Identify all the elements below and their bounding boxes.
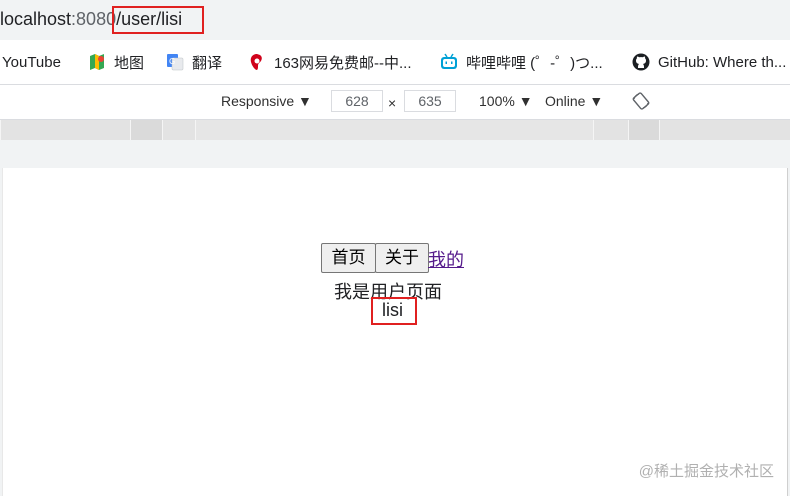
bookmark-label: YouTube	[2, 53, 61, 71]
bookmarks-bar: YouTube 地图 G 翻译 163网易免费邮--中... 哔哩哔哩 (゜-゜…	[0, 40, 790, 85]
media-query-bar[interactable]	[0, 120, 790, 140]
device-toolbar: Responsive ▼ 628 × 635 100% ▼ Online ▼	[0, 85, 790, 120]
github-icon	[632, 53, 650, 71]
watermark: @稀土掘金技术社区	[638, 463, 774, 480]
address-bar[interactable]: localhost:8080/user/lisi	[0, 0, 790, 40]
bookmark-label: 地图	[114, 54, 145, 72]
about-button[interactable]: 关于	[375, 243, 429, 273]
translate-icon: G	[167, 54, 184, 71]
dimension-separator: ×	[388, 95, 397, 111]
page-viewport	[2, 168, 788, 496]
bookmark-youtube[interactable]: YouTube	[2, 40, 61, 84]
media-query-segment[interactable]	[593, 120, 629, 140]
caret-down-icon: ▼	[298, 93, 312, 109]
maps-icon	[90, 54, 104, 70]
device-select[interactable]: Responsive ▼	[221, 93, 312, 109]
bookmark-label: 翻译	[192, 54, 223, 72]
viewport-margin	[0, 140, 790, 168]
zoom-select-label: 100%	[479, 93, 515, 109]
media-query-segment[interactable]	[130, 120, 163, 140]
username-highlight	[371, 297, 417, 325]
bookmark-maps[interactable]: 地图	[88, 40, 144, 84]
viewport-height-input[interactable]: 635	[404, 90, 456, 112]
media-query-segment[interactable]	[0, 120, 131, 140]
svg-text:G: G	[169, 57, 175, 66]
my-link[interactable]: 我的	[428, 246, 464, 272]
netease-mail-icon	[250, 54, 262, 70]
media-query-segment[interactable]	[659, 120, 790, 140]
device-select-label: Responsive	[221, 93, 295, 109]
bookmark-translate[interactable]: G 翻译	[166, 40, 222, 84]
network-throttle-select[interactable]: Online ▼	[545, 93, 603, 109]
rotate-icon[interactable]	[632, 92, 650, 110]
viewport-width-input[interactable]: 628	[331, 90, 383, 112]
home-button[interactable]: 首页	[321, 243, 376, 273]
url-port: :8080	[71, 9, 117, 29]
url-path-highlight	[112, 6, 204, 34]
url-host: localhost	[0, 9, 72, 29]
zoom-select[interactable]: 100% ▼	[479, 93, 533, 109]
bookmark-bilibili[interactable]: 哔哩哔哩 (゜-゜)つ...	[440, 40, 603, 84]
media-query-segment[interactable]	[195, 120, 594, 140]
bookmark-netease[interactable]: 163网易免费邮--中...	[248, 40, 412, 84]
media-query-segment[interactable]	[162, 120, 196, 140]
bookmark-github[interactable]: GitHub: Where th...	[632, 40, 786, 84]
bookmark-label: 哔哩哔哩 (゜-゜)つ...	[466, 54, 603, 72]
bookmark-label: 163网易免费邮--中...	[274, 54, 412, 72]
network-select-label: Online	[545, 93, 586, 109]
bilibili-icon	[441, 53, 457, 69]
caret-down-icon: ▼	[589, 93, 604, 109]
bookmark-label: GitHub: Where th...	[658, 53, 787, 71]
caret-down-icon: ▼	[518, 93, 533, 109]
media-query-segment[interactable]	[628, 120, 660, 140]
